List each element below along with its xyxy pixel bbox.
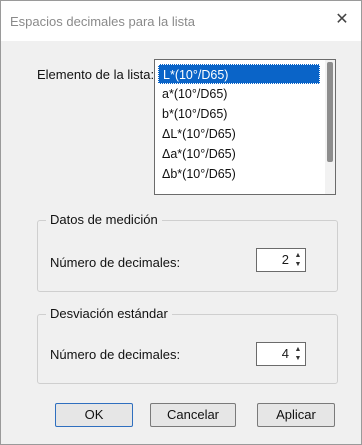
measurement-data-group: Datos de medición Número de decimales: 2… <box>37 212 338 292</box>
apply-button[interactable]: Aplicar <box>257 403 335 427</box>
std-deviation-decimals-label: Número de decimales: <box>50 347 181 362</box>
list-item[interactable]: ΔL*(10°/D65) <box>158 124 320 144</box>
list-scrollbar[interactable] <box>325 60 335 194</box>
std-deviation-group: Desviación estándar Número de decimales:… <box>37 306 338 384</box>
title-bar: Espacios decimales para la lista ✕ <box>1 1 361 41</box>
ok-button[interactable]: OK <box>55 403 133 427</box>
spin-buttons: ▲ ▼ <box>293 345 303 363</box>
chevron-down-icon[interactable]: ▼ <box>293 260 303 269</box>
list-item[interactable]: b*(10°/D65) <box>158 104 320 124</box>
cancel-button[interactable]: Cancelar <box>150 403 236 427</box>
spin-buttons: ▲ ▼ <box>293 251 303 269</box>
list-element-listbox[interactable]: L*(10°/D65) a*(10°/D65) b*(10°/D65) ΔL*(… <box>154 59 336 195</box>
measurement-decimals-value[interactable]: 2 <box>282 249 289 271</box>
std-deviation-title: Desviación estándar <box>46 306 172 321</box>
dialog-title: Espacios decimales para la lista <box>10 14 195 29</box>
close-icon[interactable]: ✕ <box>331 9 353 31</box>
list-item[interactable]: a*(10°/D65) <box>158 84 320 104</box>
chevron-down-icon[interactable]: ▼ <box>293 354 303 363</box>
measurement-decimals-spinner[interactable]: 2 ▲ ▼ <box>256 248 306 272</box>
decimal-places-dialog: Espacios decimales para la lista ✕ Eleme… <box>0 0 362 445</box>
chevron-up-icon[interactable]: ▲ <box>293 345 303 354</box>
list-item[interactable]: Δb*(10°/D65) <box>158 164 320 184</box>
list-item[interactable]: Δa*(10°/D65) <box>158 144 320 164</box>
std-deviation-decimals-value[interactable]: 4 <box>282 343 289 365</box>
measurement-decimals-label: Número de decimales: <box>50 255 181 270</box>
list-scrollbar-thumb[interactable] <box>327 62 333 162</box>
list-item[interactable]: L*(10°/D65) <box>158 64 320 84</box>
list-item-label: Elemento de la lista: <box>37 67 155 82</box>
measurement-data-title: Datos de medición <box>46 212 162 227</box>
chevron-up-icon[interactable]: ▲ <box>293 251 303 260</box>
std-deviation-decimals-spinner[interactable]: 4 ▲ ▼ <box>256 342 306 366</box>
